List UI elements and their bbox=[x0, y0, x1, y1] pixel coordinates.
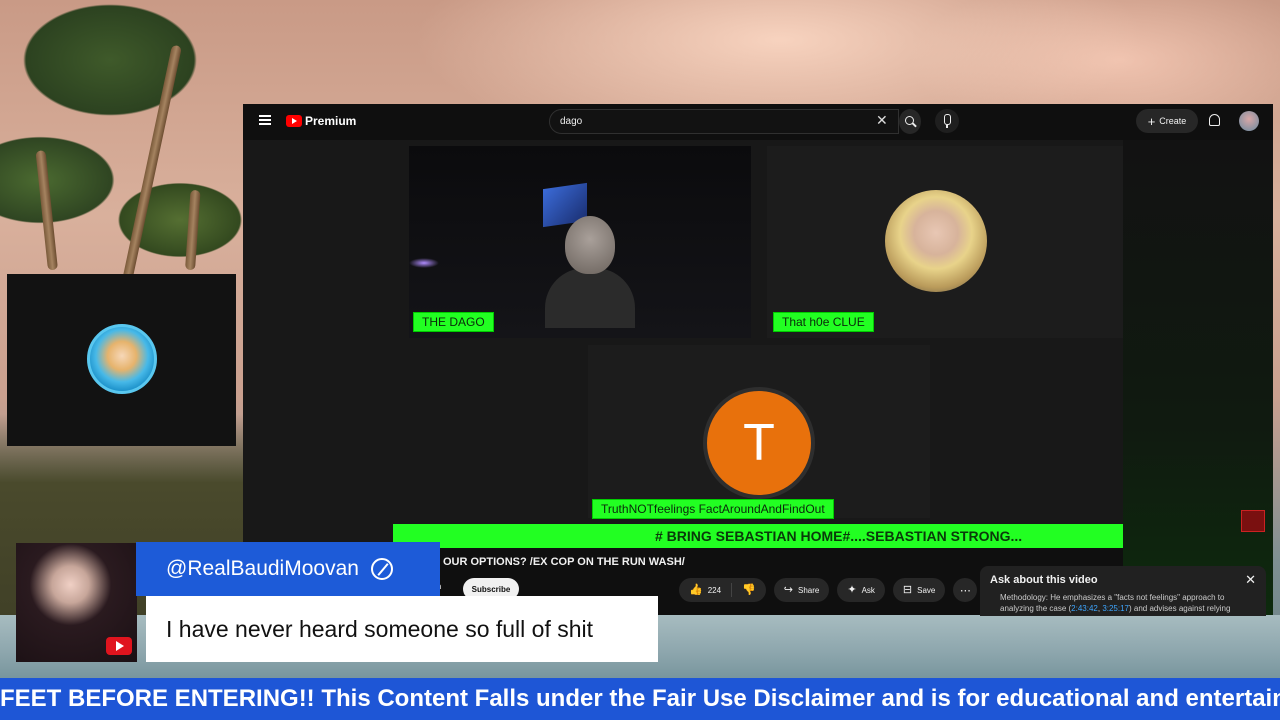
chat-username: @RealBaudiMoovan bbox=[166, 557, 359, 580]
youtube-premium-logo[interactable]: Premium bbox=[286, 114, 356, 128]
video-player[interactable]: THE DAGO That h0e CLUE T TruthNOTfeeling… bbox=[243, 140, 1123, 548]
video-actions: 👍 224 👎 ↪ Share ✦ Ask ⊟ Save ⋯ bbox=[679, 578, 978, 602]
thumbs-up-icon: 👍 bbox=[689, 583, 703, 596]
participant-name-tag: THE DAGO bbox=[413, 312, 494, 332]
account-avatar[interactable] bbox=[1239, 111, 1259, 131]
youtube-topbar: Premium dago ✕ + Create bbox=[243, 104, 1273, 140]
ticker-text: FEET BEFORE ENTERING!! This Content Fall… bbox=[0, 685, 1280, 712]
dislike-button[interactable]: 👎 bbox=[732, 578, 766, 602]
participant-avatar bbox=[885, 190, 987, 292]
logo-text: Premium bbox=[305, 114, 357, 128]
participant-initial-avatar: T bbox=[703, 387, 815, 499]
chat-username-bar: @RealBaudiMoovan bbox=[136, 542, 440, 596]
like-button[interactable]: 👍 224 bbox=[679, 578, 731, 602]
thumbs-down-icon: 👎 bbox=[742, 583, 756, 596]
youtube-logo-icon bbox=[106, 637, 132, 655]
microphone-icon[interactable] bbox=[935, 109, 959, 133]
verified-icon bbox=[370, 558, 393, 580]
chat-message: I have never heard someone so full of sh… bbox=[146, 596, 658, 662]
red-corner-badge bbox=[1241, 510, 1265, 532]
ask-button[interactable]: ✦ Ask bbox=[837, 578, 885, 602]
participant-video bbox=[545, 216, 635, 328]
ask-about-video-panel: Ask about this video ✕ Methodology: He e… bbox=[980, 566, 1266, 616]
search-icon[interactable] bbox=[899, 109, 921, 134]
participant-name-tag: TruthNOTfeelings FactAroundAndFindOut bbox=[592, 499, 834, 519]
video-title: OUR OPTIONS? /EX COP ON THE RUN WASH/ bbox=[443, 556, 685, 568]
channel-logo-badge bbox=[87, 324, 157, 394]
participant-tile-3: T TruthNOTfeelings FactAroundAndFindOut bbox=[588, 345, 930, 519]
participant-tile-2: That h0e CLUE bbox=[767, 146, 1123, 338]
scrolling-ticker: FEET BEFORE ENTERING!! This Content Fall… bbox=[0, 678, 1280, 720]
share-icon: ↪ bbox=[783, 583, 793, 596]
youtube-window: Premium dago ✕ + Create THE DAGO That h0e… bbox=[243, 104, 1273, 616]
close-icon[interactable]: ✕ bbox=[1245, 572, 1256, 588]
chat-user-photo bbox=[16, 543, 137, 662]
sparkle-icon: ✦ bbox=[847, 583, 857, 596]
save-button[interactable]: ⊟ Save bbox=[892, 578, 946, 602]
light-glow bbox=[409, 258, 439, 268]
ask-panel-title: Ask about this video bbox=[990, 574, 1098, 586]
clear-search-icon[interactable]: ✕ bbox=[876, 112, 888, 129]
create-button[interactable]: + Create bbox=[1136, 109, 1198, 133]
participant-tile-1: THE DAGO bbox=[409, 146, 751, 338]
timestamp-link[interactable]: 2:43:42 bbox=[1071, 604, 1098, 613]
notifications-bell-icon[interactable] bbox=[1209, 114, 1220, 126]
bookmark-icon: ⊟ bbox=[902, 583, 913, 596]
timestamp-link[interactable]: 3:25:17 bbox=[1102, 604, 1129, 613]
youtube-play-icon bbox=[286, 115, 302, 127]
ask-panel-text: Methodology: He emphasizes a "facts not … bbox=[1000, 593, 1231, 613]
share-button[interactable]: ↪ Share bbox=[773, 578, 830, 602]
plus-icon: + bbox=[1147, 113, 1156, 129]
left-camera-box bbox=[7, 274, 236, 446]
hamburger-menu-icon[interactable] bbox=[259, 115, 271, 125]
like-dislike-group: 👍 224 👎 bbox=[679, 578, 766, 602]
player-right-glow bbox=[1123, 140, 1273, 615]
more-options-icon[interactable]: ⋯ bbox=[953, 578, 978, 602]
search-input[interactable]: dago bbox=[549, 109, 899, 134]
participant-name-tag: That h0e CLUE bbox=[773, 312, 874, 332]
green-banner: # BRING SEBASTIAN HOME#....SEBASTIAN STR… bbox=[393, 524, 1123, 548]
